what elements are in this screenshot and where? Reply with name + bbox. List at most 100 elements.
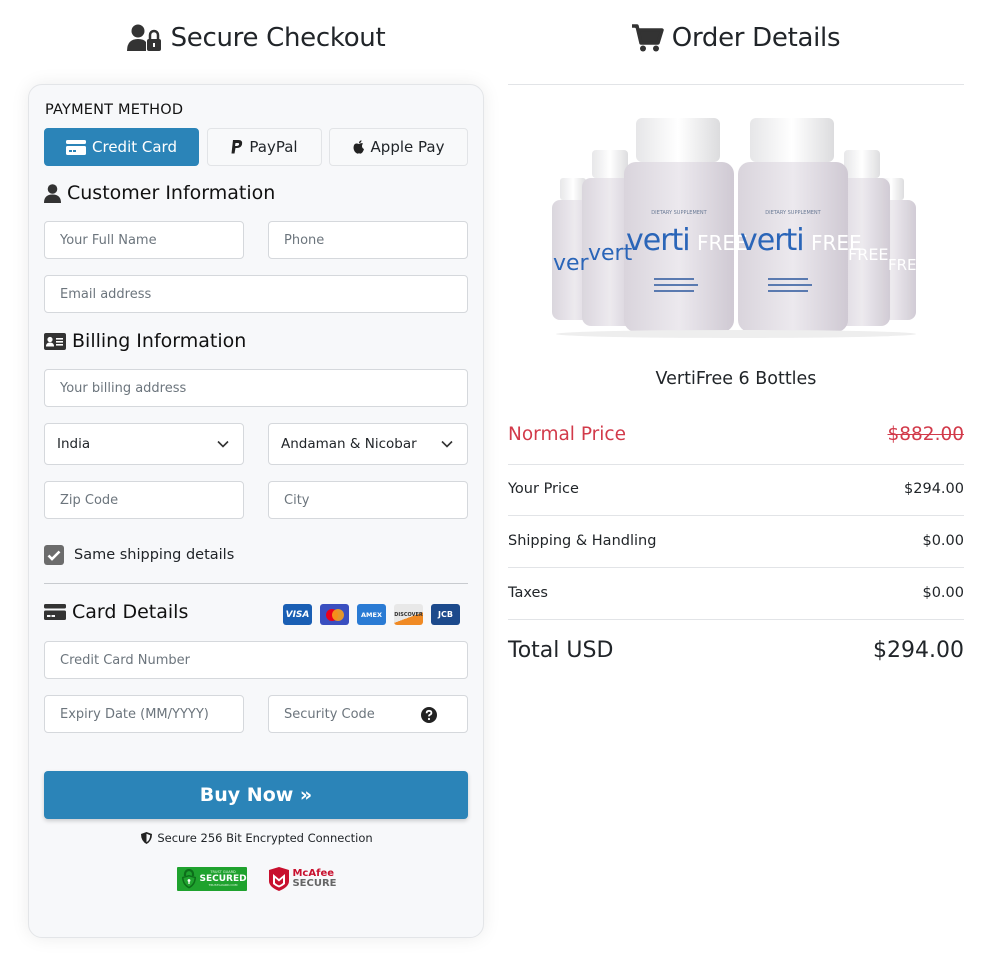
total-row: Total USD $294.00: [508, 638, 964, 663]
svg-text:FREE: FREE: [848, 245, 889, 264]
email-field[interactable]: [44, 275, 468, 313]
phone-input[interactable]: [284, 232, 467, 248]
state-select[interactable]: Andaman & Nicobar: [268, 423, 468, 465]
taxes-row: Taxes $0.00: [508, 585, 964, 601]
city-field[interactable]: [268, 481, 468, 519]
same-shipping-checkbox[interactable]: [44, 545, 64, 565]
your-price-row: Your Price $294.00: [508, 481, 964, 497]
mcafee-main: SECURE: [292, 878, 337, 889]
question-circle-icon[interactable]: [421, 707, 437, 723]
apple-pay-label: Apple Pay: [370, 138, 445, 156]
taxes-label: Taxes: [508, 585, 548, 601]
taxes-value: $0.00: [922, 585, 964, 601]
normal-price-label: Normal Price: [508, 424, 626, 445]
row-divider: [508, 464, 964, 465]
your-price-label: Your Price: [508, 481, 579, 497]
same-shipping-label: Same shipping details: [74, 547, 235, 563]
secure-checkout-title-text: Secure Checkout: [170, 23, 386, 53]
buy-now-button[interactable]: Buy Now »: [44, 771, 468, 819]
card-details-heading: Card Details: [44, 601, 188, 623]
chevron-down-icon: [441, 440, 453, 448]
same-shipping-row[interactable]: Same shipping details: [44, 545, 234, 565]
secure-connection-text: Secure 256 Bit Encrypted Connection: [157, 831, 373, 845]
jcb-logo: JCB: [431, 604, 460, 625]
row-divider: [508, 567, 964, 568]
security-code-input[interactable]: [284, 706, 467, 722]
normal-price-value: $882.00: [887, 424, 964, 445]
svg-text:verti: verti: [626, 223, 690, 258]
id-card-icon: [44, 332, 66, 350]
billing-information-title: Billing Information: [72, 330, 247, 352]
svg-text:DIETARY SUPPLEMENT: DIETARY SUPPLEMENT: [765, 210, 821, 216]
lock-shield-icon: [182, 869, 197, 889]
expiry-date-input[interactable]: [60, 706, 243, 722]
section-divider: [44, 583, 468, 584]
payment-method-paypal[interactable]: PayPal: [207, 128, 322, 166]
customer-information-heading: Customer Information: [44, 182, 275, 204]
security-badges: TRUST GUARD SECURED TRUSTGUARD.COM McAfe…: [29, 867, 485, 891]
mcafee-shield-icon: [269, 867, 290, 891]
total-label: Total USD: [508, 638, 614, 663]
total-value: $294.00: [873, 638, 964, 663]
checkmark-icon: [47, 550, 61, 561]
discover-logo: DISCOVER: [394, 604, 423, 625]
shipping-row: Shipping & Handling $0.00: [508, 533, 964, 549]
mastercard-icon: [325, 608, 344, 621]
product-bottles-image: DIETARY SUPPLEMENT DIETARY SUPPLEMENT ve…: [552, 118, 926, 338]
shield-icon: [141, 832, 153, 844]
payment-method-label: PAYMENT METHOD: [45, 102, 184, 118]
country-select[interactable]: India: [44, 423, 244, 465]
billing-information-heading: Billing Information: [44, 330, 246, 352]
expiry-date-field[interactable]: [44, 695, 244, 733]
payment-method-apple-pay[interactable]: Apple Pay: [329, 128, 468, 166]
full-name-input[interactable]: [60, 232, 243, 248]
checkout-panel: PAYMENT METHOD Credit Card PayPal Apple …: [28, 84, 484, 938]
city-input[interactable]: [284, 492, 467, 508]
shopping-cart-icon: [631, 24, 664, 52]
mcafee-secure-badge: McAfee SECURE: [269, 867, 337, 891]
apple-icon: [353, 140, 364, 154]
email-input[interactable]: [60, 286, 467, 302]
trust-guard-sub: TRUSTGUARD.COM: [208, 882, 238, 887]
mastercard-logo: [320, 604, 349, 625]
chevron-down-icon: [217, 440, 229, 448]
svg-text:FREE: FREE: [888, 256, 924, 274]
svg-text:vert: vert: [588, 241, 633, 266]
credit-card-label: Credit Card: [92, 138, 177, 156]
billing-address-input[interactable]: [60, 380, 467, 396]
svg-text:DIETARY SUPPLEMENT: DIETARY SUPPLEMENT: [651, 210, 707, 216]
amex-logo: AMEX: [357, 604, 386, 625]
payment-method-credit-card[interactable]: Credit Card: [44, 128, 199, 166]
security-code-field[interactable]: [268, 695, 468, 733]
your-price-value: $294.00: [904, 481, 964, 497]
trust-guard-badge: TRUST GUARD SECURED TRUSTGUARD.COM: [177, 867, 248, 891]
zip-code-field[interactable]: [44, 481, 244, 519]
normal-price-row: Normal Price $882.00: [508, 424, 964, 445]
shipping-label: Shipping & Handling: [508, 533, 657, 549]
card-number-field[interactable]: [44, 641, 468, 679]
shipping-value: $0.00: [922, 533, 964, 549]
credit-card-icon: [44, 604, 66, 620]
credit-card-icon: [66, 139, 87, 155]
svg-text:ver: ver: [553, 251, 590, 276]
order-divider: [508, 84, 964, 85]
paypal-icon: [231, 140, 243, 154]
country-select-value: India: [57, 436, 91, 452]
order-details-title: Order Details: [508, 18, 964, 58]
card-number-input[interactable]: [60, 652, 467, 668]
card-details-title: Card Details: [72, 601, 189, 623]
customer-information-title: Customer Information: [67, 182, 276, 204]
paypal-label: PayPal: [249, 138, 298, 156]
full-name-field[interactable]: [44, 221, 244, 259]
phone-field[interactable]: [268, 221, 468, 259]
billing-address-field[interactable]: [44, 369, 468, 407]
zip-code-input[interactable]: [60, 492, 243, 508]
user-lock-icon: [126, 24, 161, 51]
svg-text:verti: verti: [740, 223, 804, 258]
accepted-cards: VISA AMEX DISCOVER JCB: [283, 604, 460, 625]
row-divider: [508, 515, 964, 516]
secure-checkout-title: Secure Checkout: [28, 18, 484, 58]
order-details-title-text: Order Details: [671, 23, 841, 53]
product-name: VertiFree 6 Bottles: [655, 369, 817, 389]
secure-connection-note: Secure 256 Bit Encrypted Connection: [29, 831, 485, 845]
